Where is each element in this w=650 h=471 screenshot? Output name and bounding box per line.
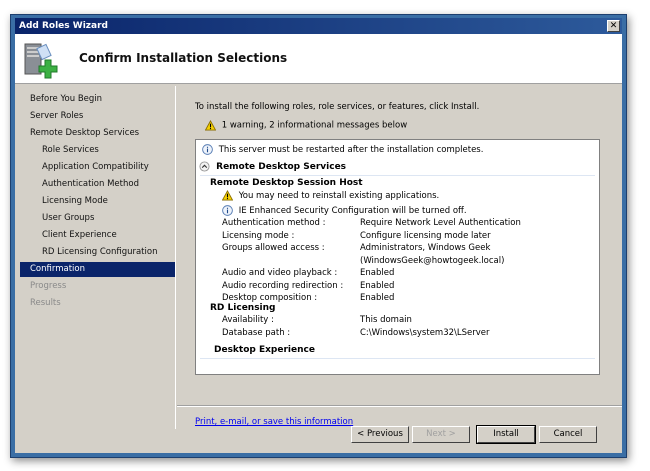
property-value: C:\Windows\system32\LServer	[360, 327, 490, 338]
intro-text: To install the following roles, role ser…	[195, 102, 480, 112]
wizard-header: Confirm Installation Selections	[15, 34, 622, 84]
property-label: Database path :	[222, 327, 291, 338]
title-bar: Add Roles Wizard ✕	[15, 18, 622, 34]
nav-item[interactable]: Before You Begin	[20, 92, 175, 107]
print-email-save-link[interactable]: Print, e-mail, or save this information	[195, 417, 353, 427]
divider	[200, 358, 595, 359]
rdl-title: RD Licensing	[210, 303, 276, 313]
info-icon	[202, 144, 213, 155]
nav-item[interactable]: Authentication Method	[20, 177, 175, 192]
restart-message: This server must be restarted after the …	[202, 144, 483, 155]
property-label: Desktop composition :	[222, 293, 318, 303]
divider	[200, 175, 595, 176]
nav-item[interactable]: Remote Desktop Services	[20, 126, 175, 141]
nav-item[interactable]: Confirmation	[20, 262, 175, 277]
info-text: IE Enhanced Security Configuration will …	[238, 206, 467, 216]
warning-icon	[222, 190, 233, 201]
property-value: Enabled	[360, 268, 395, 278]
cancel-button[interactable]: Cancel	[539, 426, 597, 443]
property-value: Require Network Level Authentication	[360, 218, 521, 228]
restart-text: This server must be restarted after the …	[218, 145, 484, 155]
rdsh-warning: You may need to reinstall existing appli…	[222, 190, 439, 201]
wizard-nav: Before You Begin Server Roles Remote Deskt…	[20, 86, 176, 429]
rdsh-info: IE Enhanced Security Configuration will …	[222, 205, 467, 216]
nav-item[interactable]: Role Services	[20, 143, 175, 158]
info-icon	[222, 205, 233, 216]
summary-text: 1 warning, 2 informational messages belo…	[221, 120, 408, 131]
nav-item[interactable]: Progress	[20, 279, 175, 294]
main-content: To install the following roles, role ser…	[177, 86, 622, 427]
footer-divider	[177, 405, 622, 407]
nav-item[interactable]: Results	[20, 296, 175, 311]
rdsh-title: Remote Desktop Session Host	[210, 178, 363, 188]
nav-item[interactable]: Client Experience	[20, 228, 175, 243]
section-remote-desktop-services[interactable]: Remote Desktop Services	[199, 161, 346, 172]
property-label: Authentication method :	[222, 218, 326, 228]
property-value: Administrators, Windows Geek	[360, 243, 491, 253]
property-label: Licensing mode :	[222, 230, 295, 241]
close-button[interactable]: ✕	[607, 20, 620, 32]
window-title: Add Roles Wizard	[19, 21, 108, 31]
add-roles-wizard-window: Add Roles Wizard ✕ Confirm Installation …	[10, 14, 627, 458]
message-summary: 1 warning, 2 informational messages belo…	[205, 120, 407, 131]
property-value: Configure licensing mode later	[360, 230, 491, 241]
property-value: Enabled	[360, 280, 395, 291]
nav-item[interactable]: Licensing Mode	[20, 194, 175, 209]
install-button[interactable]: Install	[476, 425, 536, 444]
nav-item[interactable]: RD Licensing Configuration	[20, 245, 175, 260]
section-title: Remote Desktop Services	[216, 162, 347, 172]
property-value: Enabled	[360, 293, 395, 303]
property-label: Availability :	[222, 315, 274, 325]
next-button[interactable]: Next >	[412, 426, 470, 443]
nav-item[interactable]: Server Roles	[20, 109, 175, 124]
page-title: Confirm Installation Selections	[79, 51, 288, 65]
previous-button[interactable]: < Previous	[351, 426, 409, 443]
server-add-icon	[24, 43, 58, 79]
property-value: (WindowsGeek@howtogeek.local)	[360, 255, 505, 266]
warning-text: You may need to reinstall existing appli…	[238, 191, 440, 201]
nav-item[interactable]: User Groups	[20, 211, 175, 226]
property-label: Audio recording redirection :	[222, 280, 344, 291]
nav-item[interactable]: Application Compatibility	[20, 160, 175, 175]
property-value: This domain	[360, 315, 412, 325]
property-label: Audio and video playback :	[222, 268, 338, 278]
collapse-chevron-icon[interactable]	[199, 161, 210, 172]
warning-icon	[205, 120, 216, 131]
desktop-experience-title: Desktop Experience	[214, 345, 315, 355]
confirmation-details[interactable]: This server must be restarted after the …	[195, 139, 600, 375]
property-label: Groups allowed access :	[222, 243, 325, 253]
